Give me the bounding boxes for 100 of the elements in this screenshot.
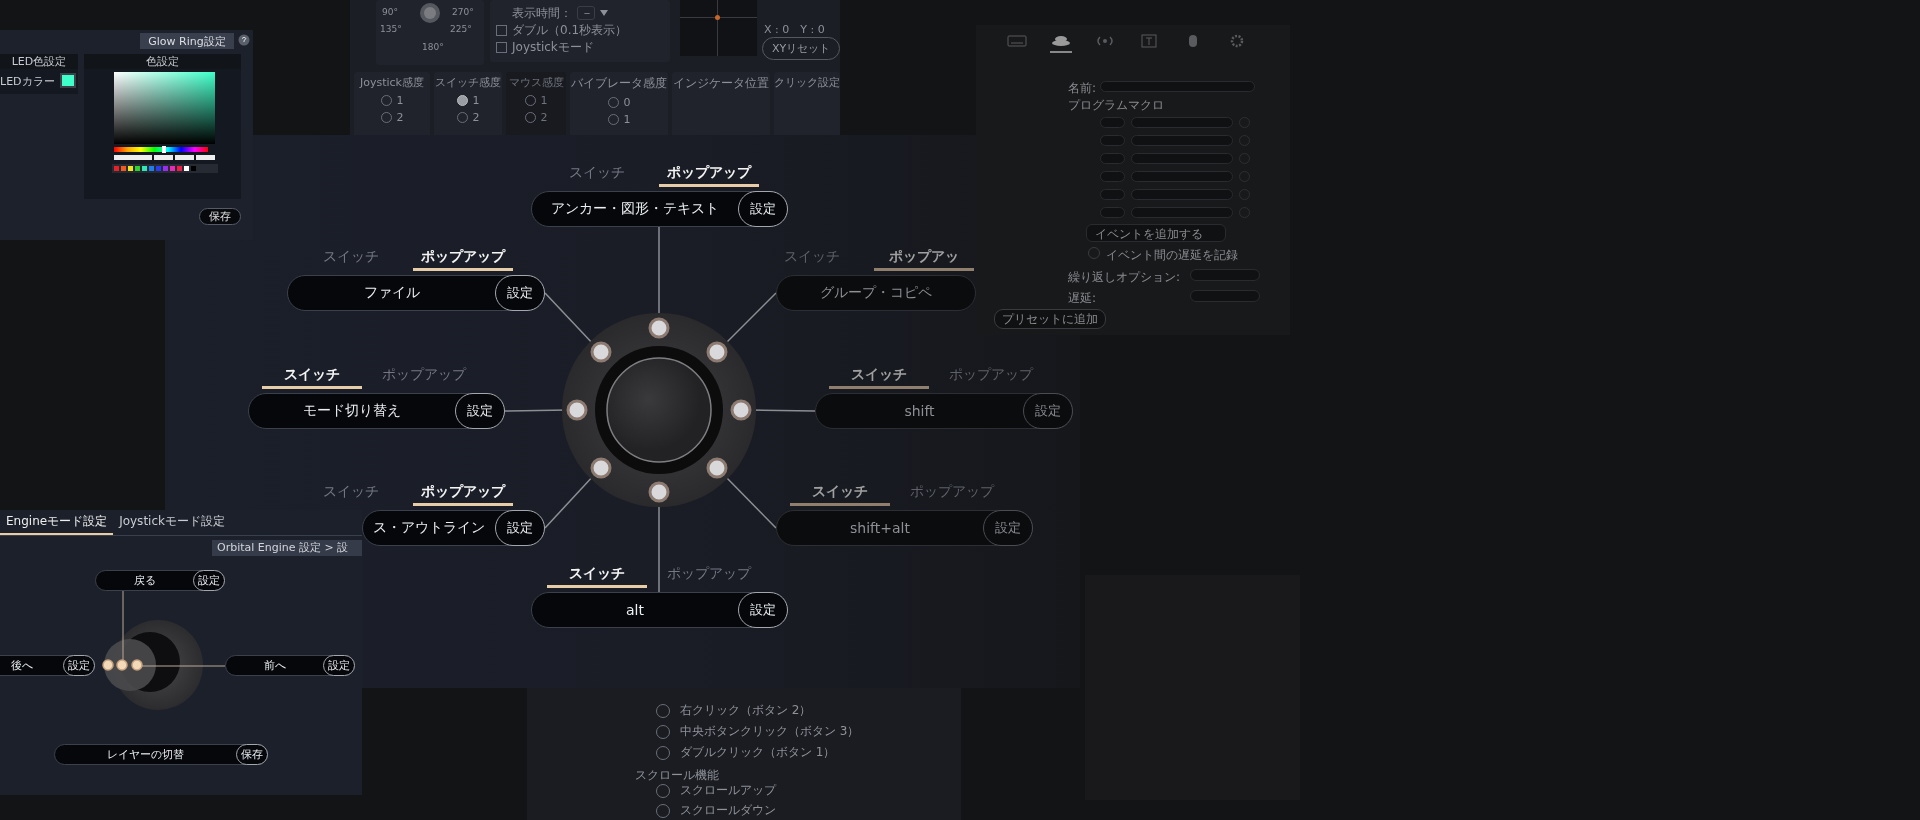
- palette-swatch[interactable]: [170, 166, 175, 171]
- palette-swatch[interactable]: [184, 166, 189, 171]
- event-field[interactable]: [1131, 171, 1233, 182]
- color-picker[interactable]: [114, 72, 215, 144]
- event-field[interactable]: [1131, 189, 1233, 200]
- help-icon[interactable]: [238, 34, 250, 46]
- value-field[interactable]: [175, 155, 194, 160]
- action-label: shift+alt: [849, 520, 911, 536]
- radio-label: 1: [623, 113, 631, 126]
- glow-ring-button[interactable]: Glow Ring設定: [140, 33, 234, 49]
- palette-swatch[interactable]: [142, 166, 147, 171]
- settings-button[interactable]: 設定: [738, 191, 788, 227]
- settings-button[interactable]: 設定: [983, 510, 1033, 546]
- settings-button[interactable]: 設定: [193, 570, 225, 591]
- preset-button[interactable]: プリセットに追加: [994, 309, 1106, 329]
- radio-button[interactable]: [456, 95, 468, 106]
- option-label: スクロールアップ: [680, 782, 776, 799]
- mode-tab[interactable]: スイッチ: [262, 363, 362, 389]
- palette-swatch[interactable]: [191, 166, 196, 171]
- event-type-dropdown[interactable]: [1100, 171, 1125, 182]
- settings-button[interactable]: 設定: [323, 655, 355, 676]
- mode-tab[interactable]: スイッチ: [547, 562, 647, 588]
- option-label: スクロールダウン: [680, 802, 776, 819]
- settings-button[interactable]: 設定: [455, 393, 505, 429]
- option-label: 右クリック（ボタン 2）: [680, 702, 812, 719]
- mode-tab[interactable]: ポップアップ: [413, 245, 513, 271]
- hue-slider[interactable]: [114, 147, 208, 152]
- action-label: alt: [625, 602, 645, 618]
- palette-swatch[interactable]: [163, 166, 168, 171]
- mode-tab[interactable]: ポップアップ: [659, 562, 759, 588]
- checkbox[interactable]: [496, 41, 507, 53]
- action-label: 前へ: [262, 658, 287, 673]
- value-field[interactable]: [196, 155, 215, 160]
- mode-tab[interactable]: ポップアップ: [374, 363, 474, 389]
- mode-tab[interactable]: スイッチ: [790, 480, 890, 506]
- settings-button[interactable]: 設定: [63, 655, 95, 676]
- repeat-dropdown[interactable]: [1190, 269, 1260, 281]
- stack-icon[interactable]: [1050, 33, 1072, 53]
- event-field[interactable]: [1131, 207, 1233, 218]
- event-type-dropdown[interactable]: [1100, 207, 1125, 218]
- mode-tab[interactable]: スイッチ: [301, 480, 401, 506]
- mode-tab[interactable]: スイッチ: [547, 161, 647, 187]
- action-label: shift: [903, 403, 936, 419]
- action-label: グループ・コピペ: [819, 284, 933, 302]
- mode-tab[interactable]: Engineモード設定: [0, 510, 114, 535]
- settings-button[interactable]: 保存: [236, 744, 268, 765]
- palette-swatch[interactable]: [156, 166, 161, 171]
- mode-tab[interactable]: スイッチ: [829, 363, 929, 389]
- breadcrumb: Orbital Engine 設定 > 設: [212, 540, 362, 556]
- event-type-dropdown[interactable]: [1100, 153, 1125, 164]
- settings-button[interactable]: 設定: [738, 592, 788, 628]
- color-swatch[interactable]: [60, 73, 76, 88]
- option-label: イベント間の遅延を記録: [1106, 247, 1238, 264]
- radio-label: 1: [472, 94, 480, 107]
- name-field[interactable]: [1100, 81, 1255, 92]
- add-event-dropdown[interactable]: イベントを追加する: [1086, 224, 1226, 242]
- xy-readout: X : 0 Y : 0: [764, 22, 825, 37]
- palette-swatch[interactable]: [135, 166, 140, 171]
- palette-swatch[interactable]: [121, 166, 126, 171]
- panel-title: バイブレータ感度: [571, 75, 667, 92]
- select-field[interactable]: －: [577, 6, 595, 20]
- mode-tab[interactable]: ポップアップ: [659, 161, 759, 187]
- settings-button[interactable]: 設定: [495, 275, 545, 311]
- delay-dropdown[interactable]: [1190, 290, 1260, 302]
- value-field[interactable]: [154, 155, 173, 160]
- event-field[interactable]: [1131, 135, 1233, 146]
- action-label: 後へ: [10, 658, 34, 673]
- radio-label: 2: [396, 111, 404, 124]
- field-label: プログラムマクロ: [1068, 97, 1164, 114]
- panel-title: スイッチ感度: [435, 75, 501, 90]
- event-type-dropdown[interactable]: [1100, 135, 1125, 146]
- palette-swatch[interactable]: [128, 166, 133, 171]
- checkbox[interactable]: [496, 24, 507, 36]
- angle-label: 180°: [422, 42, 444, 52]
- mode-tab[interactable]: Joystickモード設定: [113, 510, 231, 535]
- settings-button[interactable]: 設定: [495, 510, 545, 546]
- slider-thumb[interactable]: [161, 146, 166, 153]
- event-field[interactable]: [1131, 117, 1233, 128]
- radio-label: 2: [472, 111, 480, 124]
- joystick-icon: [419, 2, 441, 24]
- section-title: スクロール機能: [635, 767, 719, 784]
- save-button[interactable]: 保存: [199, 208, 241, 225]
- row-label: LEDカラー: [0, 74, 55, 89]
- palette-swatch[interactable]: [177, 166, 182, 171]
- mode-tab[interactable]: ポップアッ: [874, 245, 974, 271]
- event-type-dropdown[interactable]: [1100, 189, 1125, 200]
- action-label: アンカー・図形・テキスト: [550, 200, 720, 218]
- action-label: モード切り替え: [302, 402, 402, 420]
- event-field[interactable]: [1131, 153, 1233, 164]
- panel-title: マウス感度: [508, 75, 564, 90]
- value-field[interactable]: [114, 155, 152, 160]
- palette-swatch[interactable]: [114, 166, 119, 171]
- option-label: 表示時間：: [512, 4, 572, 22]
- settings-button[interactable]: 設定: [1023, 393, 1073, 429]
- angle-label: 225°: [450, 24, 472, 34]
- palette-swatch[interactable]: [149, 166, 154, 171]
- event-type-dropdown[interactable]: [1100, 117, 1125, 128]
- mode-tab[interactable]: ポップアップ: [413, 480, 513, 506]
- mode-tab[interactable]: スイッチ: [301, 245, 401, 271]
- angle-label: 135°: [380, 24, 402, 34]
